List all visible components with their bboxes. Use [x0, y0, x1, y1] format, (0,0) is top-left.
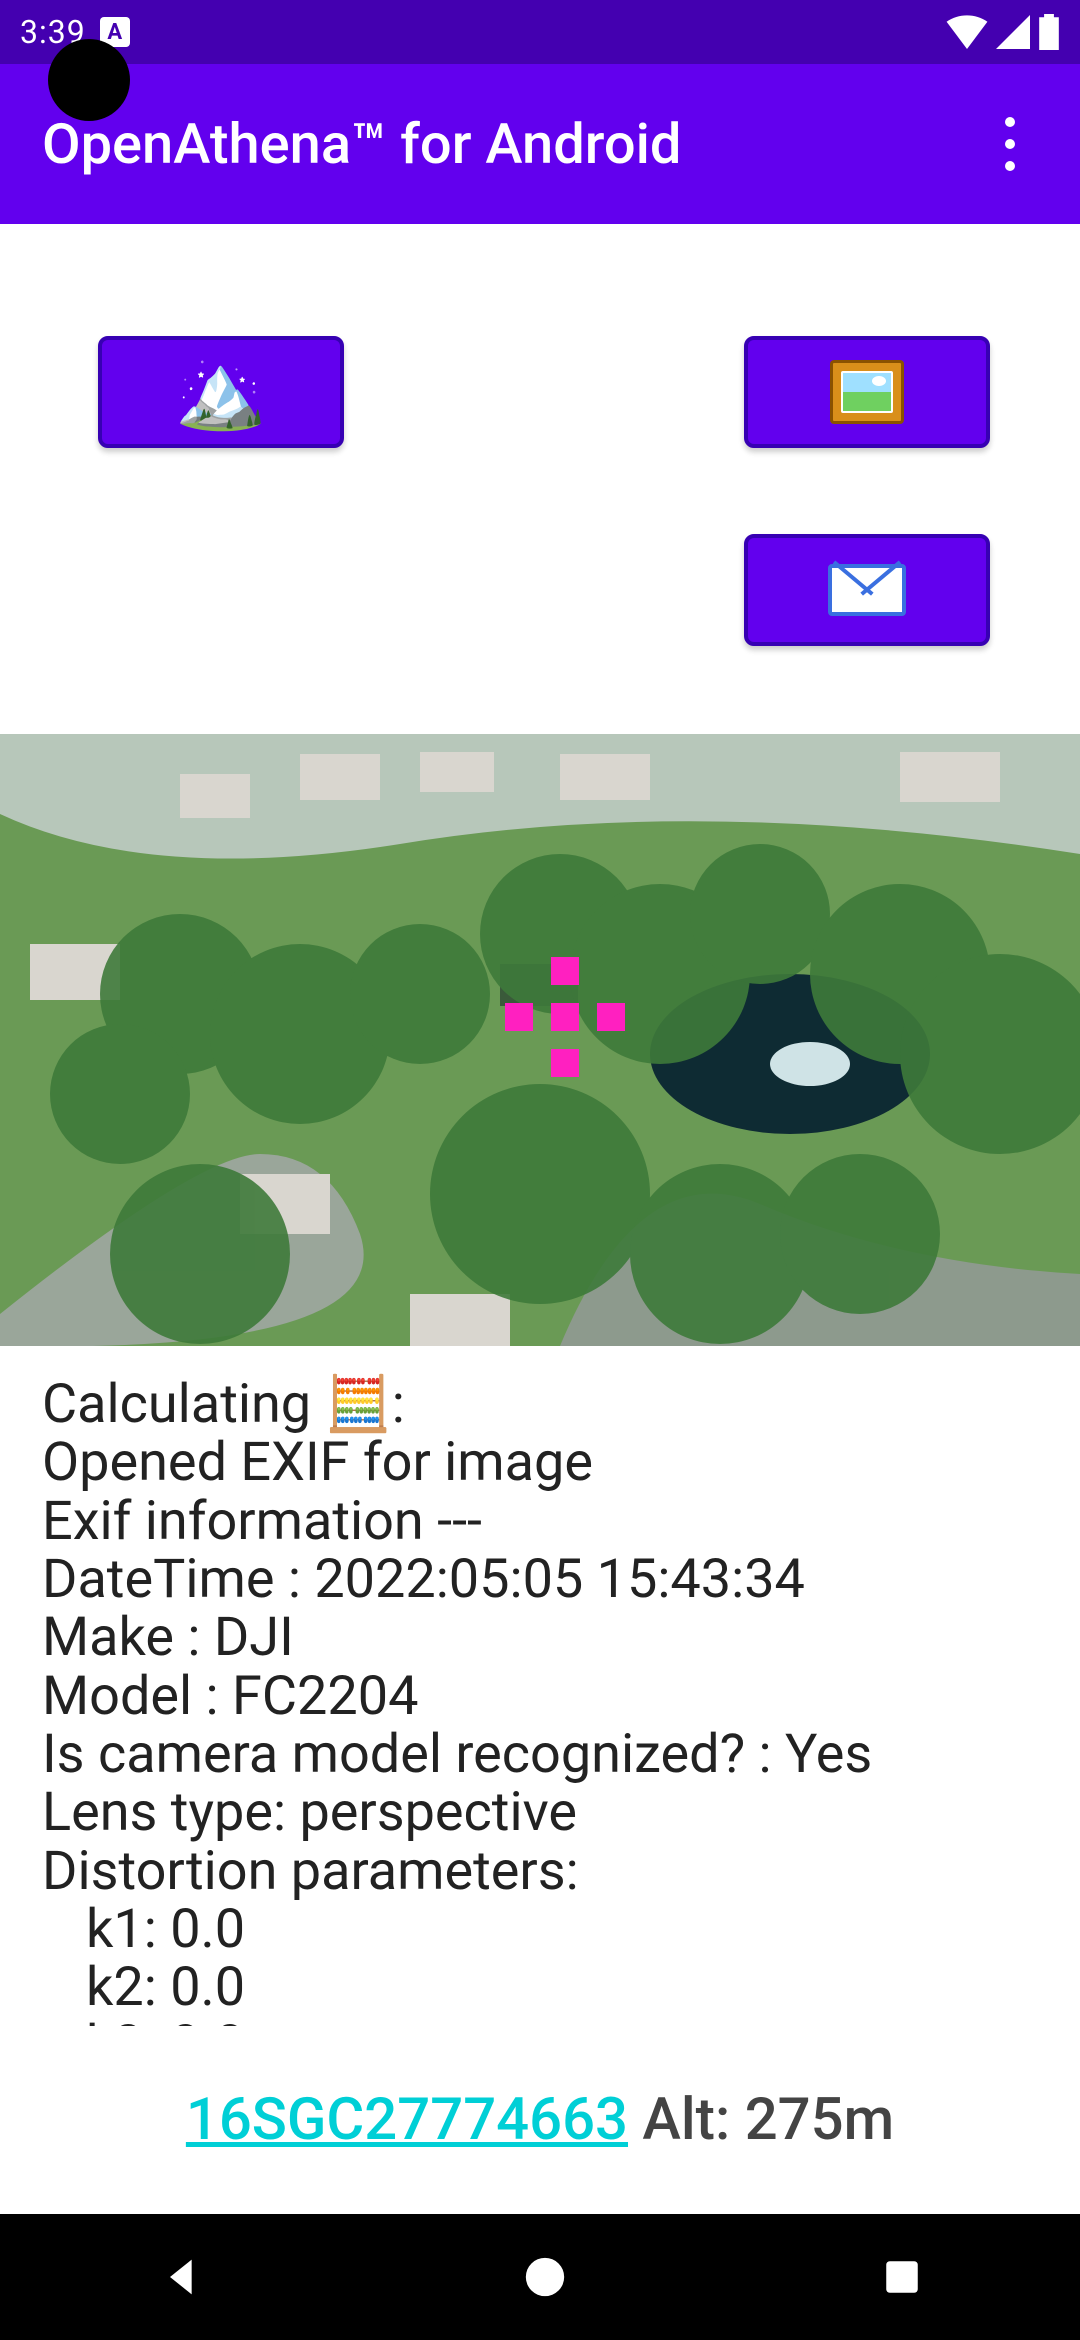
android-status-bar: 3:39 A: [0, 0, 1080, 64]
nav-back-icon[interactable]: [157, 2251, 209, 2303]
exif-line: Calculating 🧮:: [42, 1376, 1038, 1434]
exif-line: DateTime : 2022:05:05 15:43:34: [42, 1551, 1038, 1609]
send-button[interactable]: [744, 534, 990, 646]
app-bar: OpenAthena™ for Android: [0, 64, 1080, 224]
overflow-menu-button[interactable]: [980, 114, 1040, 174]
load-image-button[interactable]: [744, 336, 990, 448]
exif-output: Calculating 🧮: Opened EXIF for image Exi…: [0, 1346, 1080, 2026]
aerial-scene: [0, 734, 1080, 1346]
exif-line: Is camera model recognized? : Yes: [42, 1726, 1038, 1784]
camera-cutout: [48, 39, 130, 121]
exif-line: Exif information ---: [42, 1493, 1038, 1551]
exif-line: Lens type: perspective: [42, 1784, 1038, 1842]
exif-line: k3: 0.0: [42, 2017, 1038, 2026]
battery-icon: [1038, 14, 1060, 50]
exif-line: Model : FC2204: [42, 1668, 1038, 1726]
framed-picture-icon: [830, 360, 904, 424]
mgrs-link[interactable]: 16SGC27774663: [186, 2086, 628, 2154]
action-button-area: 🏔️: [0, 224, 1080, 734]
nav-recent-icon[interactable]: [881, 2256, 923, 2298]
mountain-icon: 🏔️: [175, 355, 267, 429]
load-dem-button[interactable]: 🏔️: [98, 336, 344, 448]
altitude-label: Alt: 275m: [628, 2086, 894, 2154]
more-vert-icon: [1005, 139, 1015, 149]
envelope-icon: [828, 564, 906, 616]
exif-line: k2: 0.0: [42, 1959, 1038, 2017]
wifi-icon: [946, 15, 988, 49]
exif-line: Distortion parameters:: [42, 1843, 1038, 1901]
status-right-icons: [946, 14, 1060, 50]
result-location-line: 16SGC27774663 Alt: 275m: [0, 2086, 1080, 2154]
nav-home-icon[interactable]: [522, 2254, 568, 2300]
drone-image-preview[interactable]: [0, 734, 1080, 1346]
exif-line: k1: 0.0: [42, 1901, 1038, 1959]
exif-line: Opened EXIF for image: [42, 1434, 1038, 1492]
cell-signal-icon: [996, 15, 1030, 49]
app-title: OpenAthena™ for Android: [42, 111, 681, 177]
exif-line: Make : DJI: [42, 1609, 1038, 1667]
android-nav-bar: [0, 2214, 1080, 2340]
